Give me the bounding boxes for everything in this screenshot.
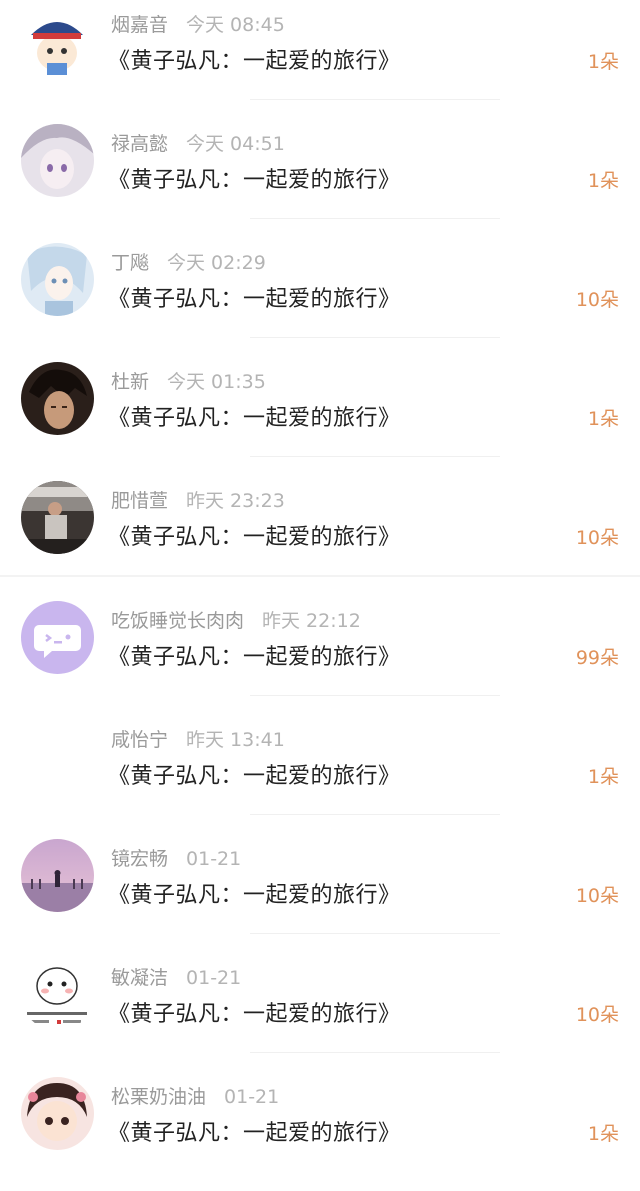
avatar[interactable]	[21, 958, 94, 1031]
timestamp: 今天 04:51	[186, 133, 285, 155]
divider	[250, 1052, 500, 1053]
flower-count: 1朵	[587, 1123, 619, 1145]
meme-face-avatar-icon	[21, 958, 94, 1031]
timestamp: 今天 01:35	[167, 371, 266, 393]
work-title: 《黄子弘凡：一起爱的旅行》	[108, 764, 401, 789]
sender-name: 松栗奶油油 01-21	[111, 1086, 280, 1108]
flower-count: 1朵	[587, 51, 619, 73]
avatar[interactable]	[21, 243, 94, 316]
flower-count: 10朵	[575, 1004, 619, 1026]
work-title: 《黄子弘凡：一起爱的旅行》	[108, 883, 401, 908]
work-title: 《黄子弘凡：一起爱的旅行》	[108, 49, 401, 74]
gift-record-list: 烟嘉音 今天 08:45 《黄子弘凡：一起爱的旅行》 1朵 禄高懿 今天 04:51…	[0, 0, 640, 1150]
sender-name: 敏凝洁 01-21	[111, 967, 242, 989]
timestamp: 昨天 23:23	[186, 490, 285, 512]
list-item[interactable]: 吃饭睡觉长肉肉 昨天 22:12 《黄子弘凡：一起爱的旅行》 99朵	[0, 596, 640, 715]
list-item[interactable]: 咸怡宁 昨天 13:41 《黄子弘凡：一起爱的旅行》 1朵	[0, 715, 640, 834]
anime-girl-avatar-icon	[21, 124, 94, 197]
timestamp: 01-21	[186, 848, 242, 870]
work-title: 《黄子弘凡：一起爱的旅行》	[108, 287, 401, 312]
avatar[interactable]	[21, 839, 94, 912]
flower-count: 10朵	[575, 885, 619, 907]
divider	[250, 456, 500, 457]
sunset-pier-avatar-icon	[21, 839, 94, 912]
timestamp: 昨天 13:41	[186, 729, 285, 751]
flower-count: 1朵	[587, 408, 619, 430]
divider	[250, 337, 500, 338]
list-item[interactable]: 丁飚 今天 02:29 《黄子弘凡：一起爱的旅行》 10朵	[0, 238, 640, 357]
flower-count: 1朵	[587, 170, 619, 192]
work-title: 《黄子弘凡：一起爱的旅行》	[108, 168, 401, 193]
sender-name: 咸怡宁 昨天 13:41	[111, 729, 285, 751]
sender-name: 烟嘉音 今天 08:45	[111, 14, 285, 36]
divider	[0, 575, 640, 577]
avatar[interactable]	[21, 362, 94, 435]
sender-name: 镜宏畅 01-21	[111, 848, 242, 870]
list-item[interactable]: 镜宏畅 01-21 《黄子弘凡：一起爱的旅行》 10朵	[0, 834, 640, 953]
list-item[interactable]: 肥惜萱 昨天 23:23 《黄子弘凡：一起爱的旅行》 10朵	[0, 476, 640, 595]
work-title: 《黄子弘凡：一起爱的旅行》	[108, 406, 401, 431]
sender-name: 丁飚 今天 02:29	[111, 252, 266, 274]
chat-bubble-avatar-icon	[21, 601, 94, 674]
divider	[250, 99, 500, 100]
timestamp: 今天 08:45	[186, 14, 285, 36]
chibi-girl-avatar-icon	[21, 1077, 94, 1150]
avatar[interactable]	[21, 124, 94, 197]
sender-name: 吃饭睡觉长肉肉 昨天 22:12	[111, 610, 361, 632]
flower-count: 99朵	[575, 647, 619, 669]
timestamp: 今天 02:29	[167, 252, 266, 274]
timestamp: 昨天 22:12	[262, 610, 361, 632]
divider	[250, 933, 500, 934]
work-title: 《黄子弘凡：一起爱的旅行》	[108, 1002, 401, 1027]
list-item[interactable]: 杜新 今天 01:35 《黄子弘凡：一起爱的旅行》 1朵	[0, 357, 640, 476]
divider	[250, 814, 500, 815]
flower-count: 10朵	[575, 527, 619, 549]
cartoon-hat-avatar-icon	[21, 5, 94, 78]
anime-blue-avatar-icon	[21, 243, 94, 316]
timestamp: 01-21	[224, 1086, 280, 1108]
flower-count: 1朵	[587, 766, 619, 788]
list-item[interactable]: 烟嘉音 今天 08:45 《黄子弘凡：一起爱的旅行》 1朵	[0, 0, 640, 119]
list-item[interactable]: 禄高懿 今天 04:51 《黄子弘凡：一起爱的旅行》 1朵	[0, 119, 640, 238]
list-item[interactable]: 敏凝洁 01-21 《黄子弘凡：一起爱的旅行》 10朵	[0, 953, 640, 1072]
sender-name: 禄高懿 今天 04:51	[111, 133, 285, 155]
avatar[interactable]	[21, 720, 94, 793]
list-item[interactable]: 松栗奶油油 01-21 《黄子弘凡：一起爱的旅行》 1朵	[0, 1072, 640, 1191]
work-title: 《黄子弘凡：一起爱的旅行》	[108, 1121, 401, 1146]
sender-name: 肥惜萱 昨天 23:23	[111, 490, 285, 512]
avatar[interactable]	[21, 1077, 94, 1150]
photo-person-avatar-icon	[21, 481, 94, 554]
work-title: 《黄子弘凡：一起爱的旅行》	[108, 645, 401, 670]
avatar[interactable]	[21, 481, 94, 554]
sender-name: 杜新 今天 01:35	[111, 371, 266, 393]
avatar[interactable]	[21, 5, 94, 78]
divider	[250, 695, 500, 696]
work-title: 《黄子弘凡：一起爱的旅行》	[108, 525, 401, 550]
timestamp: 01-21	[186, 967, 242, 989]
game-character-avatar-icon	[21, 362, 94, 435]
divider	[250, 218, 500, 219]
flower-count: 10朵	[575, 289, 619, 311]
avatar[interactable]	[21, 601, 94, 674]
